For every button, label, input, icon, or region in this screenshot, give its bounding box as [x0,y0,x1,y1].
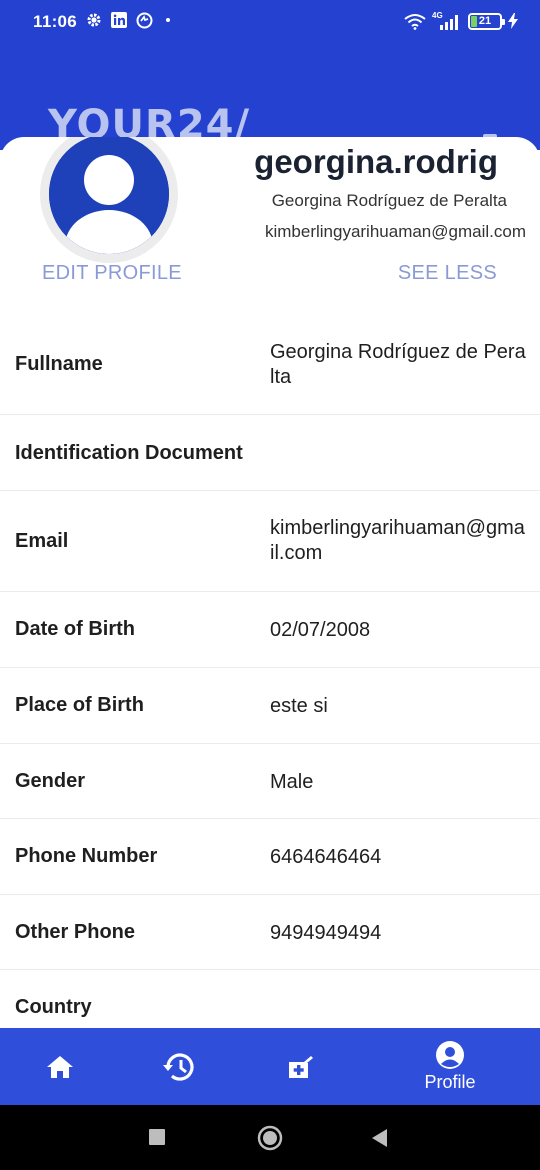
signal-group: 4G [432,12,462,30]
dot-icon [166,18,170,22]
detail-label: Country [15,996,92,1018]
detail-label: Identification Document [15,442,243,464]
back-icon[interactable] [372,1129,388,1147]
home-icon [47,1055,73,1078]
see-less-button[interactable]: SEE LESS [398,262,497,285]
linkedin-icon [111,12,127,28]
status-bar: 11:06 4G 21 [0,0,540,38]
detail-row-other-phone: Other Phone 9494949494 [0,895,540,970]
detail-row-country: Country [0,970,540,1028]
nav-home[interactable] [30,1028,90,1105]
detail-row-email: Email kimberlingyarihuaman@gmail.com [0,491,540,592]
edit-profile-button[interactable]: EDIT PROFILE [42,262,182,285]
profile-username: georgina.rodrig [254,143,498,180]
profile-card: georgina.rodrig Georgina Rodríguez de Pe… [0,137,540,1028]
signal-icon [440,15,458,30]
charging-icon [508,13,518,29]
home-circle-icon[interactable] [257,1125,283,1151]
detail-value: 02/07/2008 [270,619,371,641]
nav-history[interactable] [148,1028,210,1105]
detail-row-identification: Identification Document [0,415,540,491]
detail-label: Gender [15,770,86,792]
avatar[interactable] [40,137,178,263]
detail-value: Georgina Rodríguez de Peralta [270,341,526,388]
recents-icon[interactable] [149,1129,165,1145]
status-time: 11:06 [33,12,78,31]
settings-icon [87,13,101,27]
detail-row-phone-number: Phone Number 6464646464 [0,819,540,895]
sync-icon [136,12,153,29]
battery-level: 21 [478,15,492,27]
detail-value: 9494949494 [270,922,382,944]
detail-value: kimberlingyarihuaman@gmail.com [270,517,525,564]
detail-row-gender: Gender Male [0,744,540,819]
detail-label: Email [15,530,69,552]
nav-profile-label: Profile [424,1072,476,1092]
detail-label: Phone Number [15,845,158,867]
detail-label: Date of Birth [15,618,135,640]
profile-details-list: Fullname Georgina Rodríguez de Peralta I… [0,310,540,1028]
profile-email: kimberlingyarihuaman@gmail.com [264,222,526,241]
detail-row-place-of-birth: Place of Birth este si [0,668,540,744]
profile-fullname: Georgina Rodríguez de Peralta [271,191,507,210]
nav-medical[interactable] [270,1028,330,1105]
detail-value: 6464646464 [270,846,382,868]
medical-add-icon [289,1055,313,1078]
detail-row-date-of-birth: Date of Birth 02/07/2008 [0,592,540,668]
detail-value: este si [270,695,328,717]
bottom-nav: Profile [0,1028,540,1105]
detail-row-fullname: Fullname Georgina Rodríguez de Peralta [0,310,540,415]
profile-icon [436,1041,464,1069]
history-icon [163,1053,194,1081]
detail-label: Fullname [15,353,103,375]
wifi-icon [404,13,426,30]
detail-label: Place of Birth [15,694,144,716]
user-avatar-icon [49,137,169,254]
battery-tip [502,18,505,25]
battery-fill [471,15,477,27]
detail-label: Other Phone [15,921,136,943]
app-header: YOUR24/ [0,38,540,150]
system-nav-bar [0,1105,540,1170]
status-right: 4G 21 [404,11,518,31]
nav-profile[interactable]: Profile [410,1028,490,1105]
battery-icon: 21 [468,12,505,30]
detail-value: Male [270,771,314,793]
